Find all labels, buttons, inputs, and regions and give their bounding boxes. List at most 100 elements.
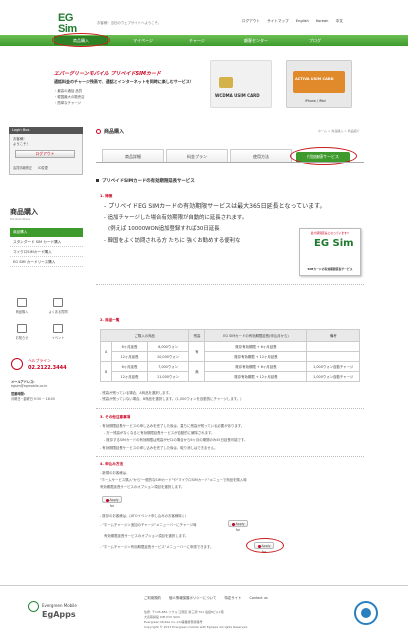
table-cell: 10,000ウォン <box>146 351 190 362</box>
sidebar-item-lease[interactable]: EG SIM カードリース購入 <box>10 258 83 267</box>
features-heading: 1. 特徴 <box>100 194 113 198</box>
tab-plans[interactable]: 料金プラン <box>166 149 228 162</box>
footer-brand-small: Evergreen Mobile <box>42 603 77 608</box>
help-title: ヘルプライン <box>28 358 51 363</box>
card1-title: WCDMA USIM CARD <box>215 93 260 98</box>
table-cell: 6,000ウォン <box>146 341 190 352</box>
nav-item-blog[interactable]: ブログ <box>290 36 340 45</box>
square-bullet-icon <box>96 179 99 182</box>
korean-link[interactable]: Korean <box>316 19 328 23</box>
table-header: 残高 <box>188 329 206 342</box>
footer-brand-big: EgApps <box>42 610 76 619</box>
table-header: EG SIMカードの有効期限延長(申込月から) <box>204 329 308 342</box>
shortcut-label: お知らせ <box>15 336 29 340</box>
table-header-row: ご購入の商品 残高 EG SIMカードの有効期限延長(申込月から) 備考 <box>99 329 360 342</box>
tab-details[interactable]: 商品詳細 <box>102 149 164 162</box>
shortcut-notice[interactable]: お知らせ <box>8 322 36 346</box>
evergreen-logo-icon <box>28 601 39 612</box>
shortcut-event[interactable]: イベント <box>44 322 72 346</box>
table-cell <box>306 341 360 352</box>
card2-sub: iPhone / iPad <box>305 99 326 103</box>
table-cell: 7,000ウォン <box>146 361 190 372</box>
feature-line: (例えば 10000WON追加登録すれば30日延長 <box>108 226 220 232</box>
note-line: - 万一残高がなくなると有効期限延長サービスが自動的に解除されます。 <box>104 431 215 435</box>
hero-bullet: ・最高の通話 品質 <box>54 89 83 93</box>
terms-link[interactable]: ご利用規約 <box>144 596 161 600</box>
table-cell: 有 <box>188 341 206 362</box>
login-box-title: Login Box <box>9 127 83 134</box>
table-cell: 11,000ウォン <box>146 371 190 382</box>
note-line: - 残高が残っている場合、A商品を選択します。 <box>100 391 172 395</box>
note-line: - 既存のお客様は、(ATOイベント申し込みのお客様除く) <box>100 514 187 518</box>
specific-site-link[interactable]: 特定サイト <box>224 596 241 600</box>
english-link[interactable]: English <box>296 19 309 23</box>
section-title: プリペイドSIMカードの有効期限延長サービス <box>102 179 195 184</box>
logout-link[interactable]: ログアウト <box>242 19 260 23</box>
breadcrumb: ホーム > 商品購入 > 商品紹介 <box>318 129 360 133</box>
change-id-link[interactable]: ID変更 <box>38 166 48 170</box>
apply-button-charge[interactable]: Apply for <box>228 520 248 532</box>
footer-divider <box>0 585 408 586</box>
logout-button[interactable]: ログアウト <box>15 150 75 158</box>
card2-title: ACTIVA USIM CARD <box>295 77 334 81</box>
apply-dot-icon <box>105 498 109 502</box>
divider <box>96 456 364 457</box>
account-links: 会員情報修正 ID変更 <box>13 165 48 170</box>
table-row: A 6ヶ月延長 6,000ウォン 有 既存有効期限 + 6ヶ月延長 <box>99 341 360 362</box>
table-header: ご購入の商品 <box>99 329 190 342</box>
note-line: - 残高が残っていない場合、B商品を選択します。(1,000ウォンを自動的にチャ… <box>100 397 242 401</box>
price-table: ご購入の商品 残高 EG SIMカードの有効期限延長(申込月から) 備考 A 6… <box>99 329 360 382</box>
shortcut-label: イベント <box>51 336 65 340</box>
sidebar-item-purchase[interactable]: 商品購入 <box>10 228 83 237</box>
hero-bullet: ・韓国最大の販売店 <box>54 95 85 99</box>
shortcut-label: 商品購入 <box>15 310 29 314</box>
table-cell: 6ヶ月延長 <box>111 341 148 352</box>
sitemap-link[interactable]: サイトマップ <box>267 19 289 23</box>
sidebar-item-micro[interactable]: マイクロSIMカード購入 <box>10 248 83 257</box>
privacy-link[interactable]: 個人情報保護ポリシーについて <box>169 596 216 600</box>
note-line: - "ホームチャージ＞有効期限延長サービス"メニューバーに申請できます。 <box>100 545 214 549</box>
nav-item-support[interactable]: 顧客センター <box>226 36 286 45</box>
login-message: お客様！ ようこそ！ <box>13 137 30 146</box>
bullet-icon <box>96 129 101 134</box>
sidebar-item-standard[interactable]: スタンダード SIM カード購入 <box>10 238 83 247</box>
tab-howto[interactable]: 使用方法 <box>230 149 292 162</box>
notice-icon <box>17 324 27 333</box>
product-list-heading: 2. 商品一覧 <box>100 318 120 322</box>
page-title: 商品購入 <box>104 129 125 135</box>
divider <box>96 408 364 409</box>
contact-link[interactable]: Contact us <box>250 596 268 600</box>
table-row: 12ヶ月延長 10,000ウォン 既存有効期限 + 12ヶ月延長 <box>101 351 360 362</box>
shortcut-faq[interactable]: よくある質問 <box>44 296 72 320</box>
hero-banner: エバーグリーンモバイル プリペイドSIMカード 通話料金のチャージ残高で、通話と… <box>54 60 360 114</box>
headset-icon <box>11 358 23 370</box>
apply-label: Apply for <box>235 522 245 532</box>
table-cell: B <box>99 361 113 382</box>
nav-item-charge[interactable]: チャージ <box>172 36 222 45</box>
footer-links: ご利用規約 個人情報保護ポリシーについて 特定サイト Contact us <box>144 595 275 600</box>
footer-address: 住所: 〒135-881 ソウル 江南区 新三洞 701 電話8ビル1階 大表取… <box>144 610 248 630</box>
address-line: Copyright © 2013 Evergreen mobile with E… <box>144 625 249 629</box>
shortcut-label: よくある質問 <box>48 310 68 314</box>
nav-item-mypage[interactable]: マイページ <box>118 36 168 45</box>
feature-line: - 韓国をよく訪問される方 たちに 強くお勧めする便利な <box>104 238 241 244</box>
table-cell <box>306 351 360 362</box>
table-cell: 既存有効期限 + 12ヶ月延長 <box>204 371 308 382</box>
sidebar-section-en: Product Store <box>10 217 31 221</box>
site-logo[interactable]: EG Sim Evergreen mobile CARD <box>58 13 88 44</box>
help-phone: 02.2122.3444 <box>28 365 67 371</box>
logo-brand: EG Sim <box>58 12 77 35</box>
note-line: - 有効期限延長サービスの申し込みを完了した後は、直ちに残高が残っている必要があ… <box>100 424 245 428</box>
apply-button-new[interactable]: Apply for <box>102 496 122 508</box>
email-value[interactable]: egsim@egmobile.co.kr <box>11 384 47 388</box>
header-tagline: お客様！当社のウェブサイトへようこそ。 <box>97 21 162 25</box>
table-row: B 6ヶ月延長 7,000ウォン 無 既存有効期限 + 6ヶ月延長 1,000ウ… <box>99 361 360 382</box>
chinese-link[interactable]: 中文 <box>336 19 343 23</box>
table-header: 備考 <box>306 329 360 342</box>
shortcut-purchase[interactable]: 商品購入 <box>8 296 36 320</box>
table-cell: 12ヶ月延長 <box>111 371 148 382</box>
edit-member-link[interactable]: 会員情報修正 <box>13 166 32 170</box>
table-cell: 無 <box>188 361 206 382</box>
note-line: - 既存するSIMカードの有効期限は残高がゼロの場合から6ヶ月の期間のみ45日延… <box>104 438 248 442</box>
table-cell: 既存有効期限 + 6ヶ月延長 <box>204 341 308 352</box>
